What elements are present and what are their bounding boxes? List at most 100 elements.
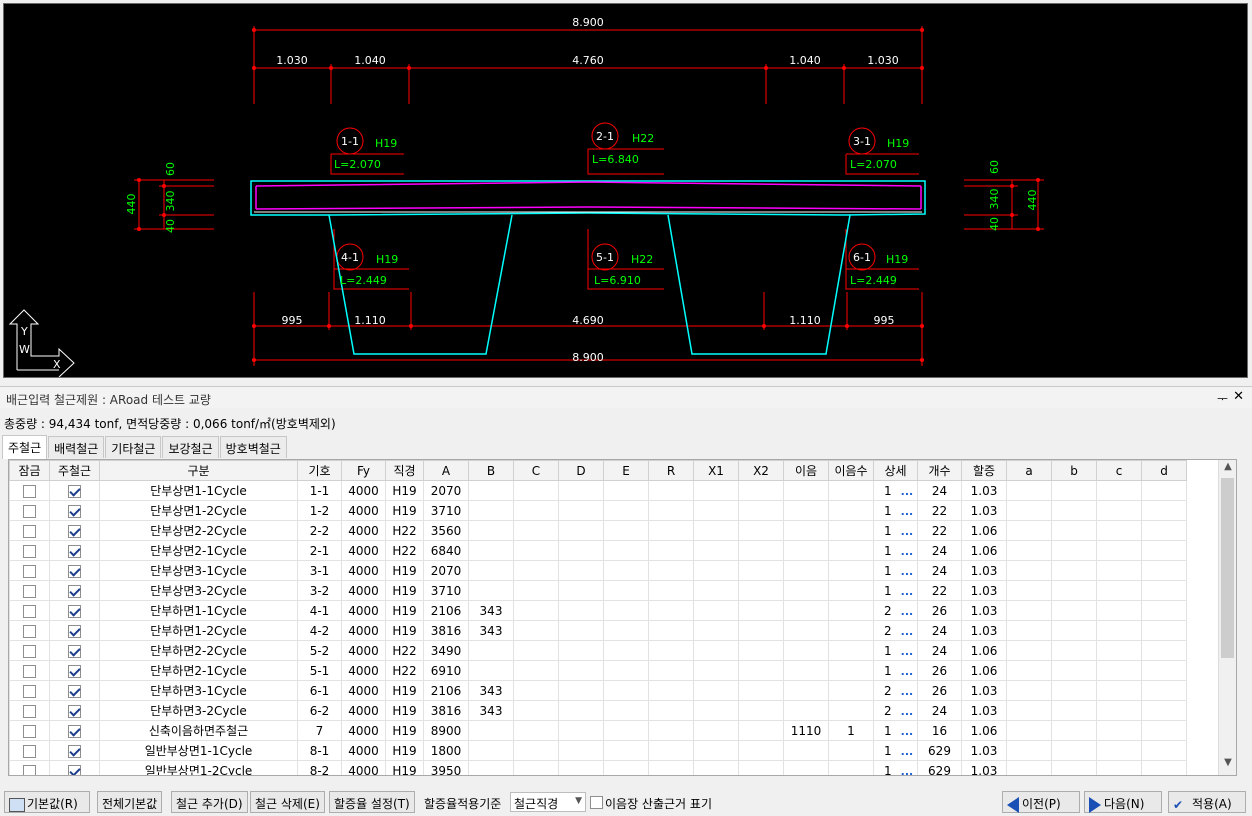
lower-b-cell[interactable] bbox=[1051, 760, 1097, 775]
name-cell[interactable]: 단부상면3-1Cycle bbox=[99, 560, 298, 581]
joint-count-cell[interactable] bbox=[828, 520, 874, 541]
d-cell[interactable] bbox=[558, 560, 604, 581]
detail-cell[interactable]: 1... bbox=[873, 540, 918, 561]
name-cell[interactable]: 단부하면2-2Cycle bbox=[99, 640, 298, 661]
lower-d-cell[interactable] bbox=[1141, 640, 1187, 661]
fy-cell[interactable]: 4000 bbox=[341, 700, 386, 721]
r-cell[interactable] bbox=[648, 480, 694, 501]
lower-b-cell[interactable] bbox=[1051, 620, 1097, 641]
fy-cell[interactable]: 4000 bbox=[341, 520, 386, 541]
x1-cell[interactable] bbox=[693, 540, 739, 561]
table-row[interactable]: 단부하면3-2Cycle 6-2 4000 H19 3816 343 2... 24 1.03 bbox=[9, 700, 1187, 721]
fy-cell[interactable]: 4000 bbox=[341, 540, 386, 561]
lock-checkbox[interactable] bbox=[23, 584, 36, 598]
lower-b-cell[interactable] bbox=[1051, 540, 1097, 561]
main-rebar-checkbox[interactable] bbox=[68, 764, 81, 775]
scroll-down-icon[interactable]: ▼ bbox=[1219, 757, 1237, 774]
lock-checkbox[interactable] bbox=[23, 544, 36, 558]
detail-more-button[interactable]: ... bbox=[901, 485, 914, 498]
joint-cell[interactable] bbox=[783, 760, 829, 775]
default-button[interactable]: 기본값(R) bbox=[4, 791, 90, 813]
main-rebar-checkbox[interactable] bbox=[68, 484, 81, 498]
lower-a-cell[interactable] bbox=[1006, 500, 1052, 521]
scroll-thumb[interactable] bbox=[1221, 478, 1234, 658]
name-cell[interactable]: 단부상면3-2Cycle bbox=[99, 580, 298, 601]
d-cell[interactable] bbox=[558, 720, 604, 741]
main-rebar-checkbox[interactable] bbox=[68, 644, 81, 658]
lock-checkbox[interactable] bbox=[23, 524, 36, 538]
joint-count-cell[interactable] bbox=[828, 680, 874, 701]
detail-cell[interactable]: 1... bbox=[873, 580, 918, 601]
main-rebar-checkbox[interactable] bbox=[68, 584, 81, 598]
name-cell[interactable]: 단부하면3-2Cycle bbox=[99, 700, 298, 721]
joint-cell[interactable] bbox=[783, 680, 829, 701]
extra-rate-cell[interactable]: 1.06 bbox=[961, 520, 1007, 541]
r-cell[interactable] bbox=[648, 620, 694, 641]
b-cell[interactable] bbox=[468, 760, 514, 775]
d-cell[interactable] bbox=[558, 600, 604, 621]
lower-c-cell[interactable] bbox=[1096, 480, 1142, 501]
count-cell[interactable]: 22 bbox=[917, 520, 962, 541]
name-cell[interactable]: 단부상면2-1Cycle bbox=[99, 540, 298, 561]
extra-rate-cell[interactable]: 1.03 bbox=[961, 740, 1007, 761]
lower-d-cell[interactable] bbox=[1141, 540, 1187, 561]
table-row[interactable]: 단부상면3-1Cycle 3-1 4000 H19 2070 1... 24 1.03 bbox=[9, 560, 1187, 581]
joint-cell[interactable] bbox=[783, 700, 829, 721]
lower-b-cell[interactable] bbox=[1051, 600, 1097, 621]
scroll-up-icon[interactable]: ▲ bbox=[1219, 461, 1237, 478]
lower-d-cell[interactable] bbox=[1141, 760, 1187, 775]
joint-cell[interactable] bbox=[783, 540, 829, 561]
r-cell[interactable] bbox=[648, 640, 694, 661]
table-row[interactable]: 단부하면3-1Cycle 6-1 4000 H19 2106 343 2... 26 1.03 bbox=[9, 680, 1187, 701]
symbol-cell[interactable]: 3-2 bbox=[297, 580, 342, 601]
r-cell[interactable] bbox=[648, 720, 694, 741]
name-cell[interactable]: 단부하면1-2Cycle bbox=[99, 620, 298, 641]
diameter-cell[interactable]: H19 bbox=[385, 620, 424, 641]
name-cell[interactable]: 단부하면3-1Cycle bbox=[99, 680, 298, 701]
r-cell[interactable] bbox=[648, 560, 694, 581]
next-button[interactable]: 다음(N) bbox=[1084, 791, 1162, 813]
fy-cell[interactable]: 4000 bbox=[341, 740, 386, 761]
x1-cell[interactable] bbox=[693, 660, 739, 681]
c-cell[interactable] bbox=[513, 520, 559, 541]
joint-count-cell[interactable] bbox=[828, 620, 874, 641]
detail-more-button[interactable]: ... bbox=[901, 605, 914, 618]
lower-a-cell[interactable] bbox=[1006, 740, 1052, 761]
x2-cell[interactable] bbox=[738, 640, 784, 661]
joint-count-cell[interactable] bbox=[828, 500, 874, 521]
name-cell[interactable]: 단부하면1-1Cycle bbox=[99, 600, 298, 621]
a-cell[interactable]: 8900 bbox=[423, 720, 469, 741]
x2-cell[interactable] bbox=[738, 740, 784, 761]
d-cell[interactable] bbox=[558, 660, 604, 681]
r-cell[interactable] bbox=[648, 740, 694, 761]
lower-b-cell[interactable] bbox=[1051, 640, 1097, 661]
r-cell[interactable] bbox=[648, 580, 694, 601]
extra-basis-select[interactable]: 철근직경 ▼ bbox=[510, 792, 586, 812]
x2-cell[interactable] bbox=[738, 660, 784, 681]
x1-cell[interactable] bbox=[693, 480, 739, 501]
x2-cell[interactable] bbox=[738, 760, 784, 775]
x2-cell[interactable] bbox=[738, 620, 784, 641]
table-row[interactable]: 일반부상면1-1Cycle 8-1 4000 H19 1800 1... 629 1.03 bbox=[9, 740, 1187, 761]
lower-d-cell[interactable] bbox=[1141, 500, 1187, 521]
lower-d-cell[interactable] bbox=[1141, 560, 1187, 581]
x2-cell[interactable] bbox=[738, 720, 784, 741]
lower-a-cell[interactable] bbox=[1006, 640, 1052, 661]
lower-c-cell[interactable] bbox=[1096, 600, 1142, 621]
d-cell[interactable] bbox=[558, 680, 604, 701]
lower-d-cell[interactable] bbox=[1141, 660, 1187, 681]
tab-other-rebar[interactable]: 기타철근 bbox=[105, 436, 162, 458]
d-cell[interactable] bbox=[558, 580, 604, 601]
x2-cell[interactable] bbox=[738, 680, 784, 701]
fy-cell[interactable]: 4000 bbox=[341, 560, 386, 581]
column-header[interactable]: Fy bbox=[341, 460, 386, 481]
extra-rate-cell[interactable]: 1.06 bbox=[961, 640, 1007, 661]
c-cell[interactable] bbox=[513, 700, 559, 721]
joint-cell[interactable] bbox=[783, 520, 829, 541]
a-cell[interactable]: 3560 bbox=[423, 520, 469, 541]
e-cell[interactable] bbox=[603, 580, 649, 601]
x2-cell[interactable] bbox=[738, 560, 784, 581]
a-cell[interactable]: 3816 bbox=[423, 620, 469, 641]
lower-a-cell[interactable] bbox=[1006, 540, 1052, 561]
count-cell[interactable]: 22 bbox=[917, 580, 962, 601]
